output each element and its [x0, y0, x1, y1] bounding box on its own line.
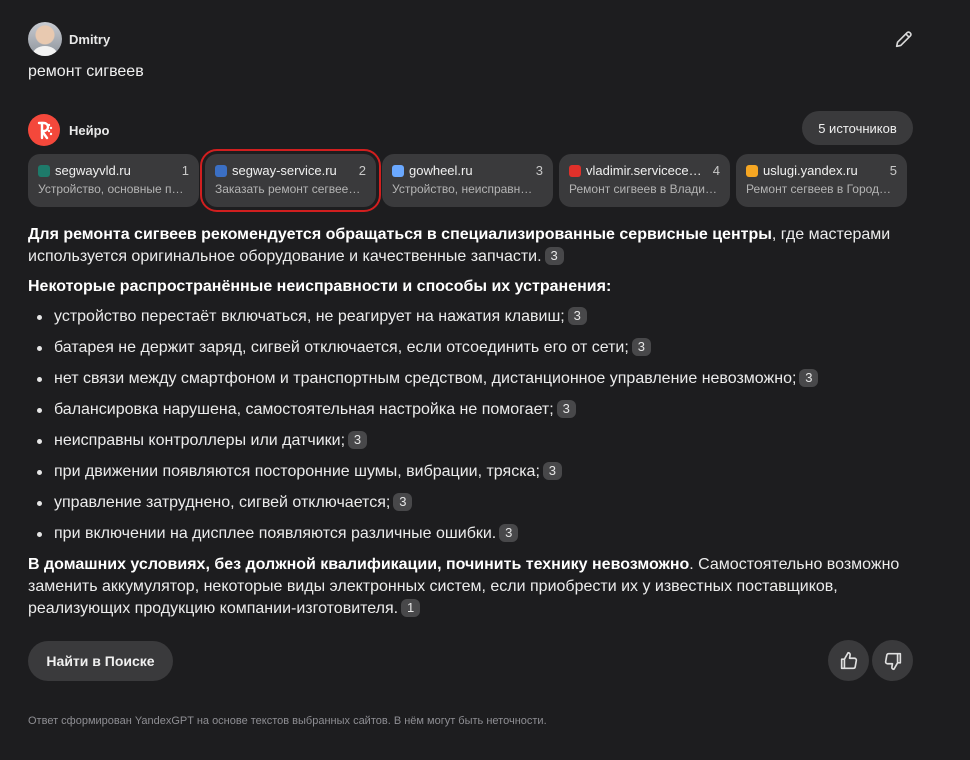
- citation-badge[interactable]: 3: [556, 400, 576, 418]
- answer-body: Для ремонта сигвеев рекомендуется обраща…: [28, 224, 918, 628]
- citation-badge[interactable]: 3: [542, 462, 562, 480]
- favicon-icon: [746, 164, 758, 177]
- favicon-icon: [392, 164, 404, 177]
- avatar: [28, 22, 62, 56]
- source-domain: segway-service.ru: [232, 163, 337, 178]
- neuro-header: Нейро: [28, 114, 110, 146]
- list-item: балансировка нарушена, самостоятельная н…: [28, 399, 918, 421]
- neuro-logo-icon: [28, 114, 60, 146]
- citation-badge[interactable]: 3: [499, 524, 519, 542]
- source-domain: segwayvld.ru: [55, 163, 131, 178]
- favicon-icon: [38, 164, 50, 177]
- list-item: при движении появляются посторонние шумы…: [28, 461, 918, 483]
- citation-badge[interactable]: 1: [401, 599, 421, 617]
- citation-badge[interactable]: 3: [544, 247, 564, 265]
- like-button[interactable]: [828, 640, 869, 681]
- source-description: Устройство, основные п…: [38, 182, 184, 196]
- list-item-text: неисправны контроллеры или датчики;: [54, 432, 346, 449]
- source-description: Устройство, неисправн…: [392, 182, 533, 196]
- source-description: Заказать ремонт сегвее…: [215, 182, 361, 196]
- source-cards: segwayvld.ru 1 Устройство, основные п… se…: [28, 149, 907, 212]
- source-number: 5: [889, 163, 897, 178]
- list-item: управление затруднено, сигвей отключаетс…: [28, 492, 918, 514]
- list-item-text: балансировка нарушена, самостоятельная н…: [54, 401, 554, 418]
- neuro-name: Нейро: [69, 122, 110, 138]
- source-number: 2: [358, 163, 366, 178]
- source-number: 4: [712, 163, 720, 178]
- thumbs-down-icon: [884, 652, 901, 670]
- favicon-icon: [569, 164, 581, 177]
- citation-badge[interactable]: 3: [393, 493, 413, 511]
- list-heading-text: Некоторые распространённые неисправности…: [28, 278, 612, 295]
- list-item-text: при включении на дисплее появляются разл…: [54, 525, 497, 542]
- user-row: Dmitry: [28, 22, 110, 56]
- thumbs-up-icon: [840, 651, 857, 669]
- find-in-search-button[interactable]: Найти в Поиске: [28, 641, 173, 681]
- list-item-text: при движении появляются посторонние шумы…: [54, 463, 540, 480]
- source-description: Ремонт сигвеев в Влади…: [569, 182, 718, 196]
- source-card[interactable]: uslugi.yandex.ru 5 Ремонт сегвеев в Город…: [736, 154, 907, 207]
- citation-badge[interactable]: 3: [567, 307, 587, 325]
- source-domain: gowheel.ru: [409, 163, 473, 178]
- source-card[interactable]: segwayvld.ru 1 Устройство, основные п…: [28, 154, 199, 207]
- source-card[interactable]: segway-service.ru 2 Заказать ремонт сегве…: [200, 149, 381, 212]
- source-domain: uslugi.yandex.ru: [763, 163, 858, 178]
- source-number: 3: [535, 163, 543, 178]
- sources-button[interactable]: 5 источников: [802, 111, 913, 145]
- answer-outro-bold: В домашних условиях, без должной квалифи…: [28, 556, 690, 573]
- answer-intro: Для ремонта сигвеев рекомендуется обраща…: [28, 224, 918, 268]
- list-item: неисправны контроллеры или датчики; 3: [28, 430, 918, 452]
- citation-badge[interactable]: 3: [348, 431, 368, 449]
- list-item-text: батарея не держит заряд, сигвей отключае…: [54, 339, 629, 356]
- pencil-icon[interactable]: [893, 28, 915, 50]
- favicon-icon: [215, 164, 227, 177]
- citation-badge[interactable]: 3: [799, 369, 819, 387]
- user-name: Dmitry: [69, 31, 111, 47]
- citation-badge[interactable]: 3: [631, 338, 651, 356]
- list-item: нет связи между смартфоном и транспортны…: [28, 368, 918, 390]
- list-item: при включении на дисплее появляются разл…: [28, 523, 918, 545]
- list-item-text: управление затруднено, сигвей отключаетс…: [54, 494, 391, 511]
- list-item: устройство перестаёт включаться, не реаг…: [28, 306, 918, 328]
- source-domain: vladimir.servicecent…: [586, 163, 707, 178]
- issues-list: устройство перестаёт включаться, не реаг…: [28, 306, 918, 545]
- list-item: батарея не держит заряд, сигвей отключае…: [28, 337, 918, 359]
- list-item-text: устройство перестаёт включаться, не реаг…: [54, 308, 565, 325]
- disclaimer-text: Ответ сформирован YandexGPT на основе те…: [28, 715, 547, 727]
- answer-intro-bold: Для ремонта сигвеев рекомендуется обраща…: [28, 226, 772, 243]
- list-item-text: нет связи между смартфоном и транспортны…: [54, 370, 797, 387]
- source-card[interactable]: gowheel.ru 3 Устройство, неисправн…: [382, 154, 553, 207]
- list-heading: Некоторые распространённые неисправности…: [28, 276, 918, 298]
- source-description: Ремонт сегвеев в Город…: [746, 182, 892, 196]
- source-number: 1: [181, 163, 189, 178]
- source-card[interactable]: vladimir.servicecent… 4 Ремонт сигвеев в …: [559, 154, 730, 207]
- answer-outro: В домашних условиях, без должной квалифи…: [28, 554, 918, 620]
- query-text: ремонт сигвеев: [28, 63, 144, 80]
- dislike-button[interactable]: [872, 640, 913, 681]
